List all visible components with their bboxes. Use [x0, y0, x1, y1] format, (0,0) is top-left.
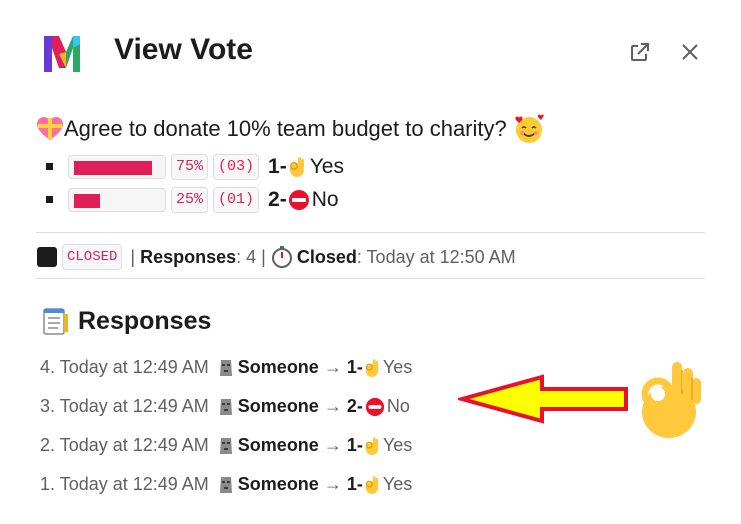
- moai-icon: [219, 437, 232, 454]
- option-number: 2-: [268, 187, 287, 211]
- poll-option-no: 25% (01) 2- No: [46, 183, 344, 216]
- stopwatch-icon: [271, 246, 292, 268]
- no-entry-icon: [288, 189, 309, 210]
- close-icon[interactable]: [678, 40, 702, 64]
- separator: |: [261, 246, 266, 267]
- responses-heading: Responses: [40, 306, 211, 336]
- vote-bar-fill: [74, 193, 100, 208]
- page-title: View Vote: [114, 33, 253, 66]
- poll-question: Agree to donate 10% team budget to chari…: [36, 114, 545, 144]
- response-arrow: →: [323, 435, 342, 455]
- response-user: Someone: [237, 435, 319, 455]
- poll-options: 75% (03) 1- Yes 25% (01) 2- No: [46, 150, 344, 216]
- list-item: 2. Today at 12:49 AM Someone → 1- Yes: [40, 426, 412, 465]
- status-badge: CLOSED: [62, 244, 123, 270]
- heart-gift-icon: [37, 117, 63, 140]
- response-choice-number: 1-: [346, 474, 363, 494]
- count-badge: (01): [213, 186, 260, 213]
- external-link-icon[interactable]: [628, 40, 652, 64]
- poll-question-text: Agree to donate 10% team budget to chari…: [64, 116, 507, 141]
- moai-icon: [219, 398, 232, 415]
- response-time: 4. Today at 12:49 AM: [40, 357, 209, 377]
- vote-bar-fill: [74, 160, 152, 175]
- responses-count: : 4: [236, 246, 257, 267]
- separator: |: [130, 246, 136, 267]
- closed-label: Closed: [296, 246, 357, 267]
- response-arrow: →: [323, 357, 342, 377]
- modal-header: View Vote: [0, 0, 741, 100]
- bullet: [46, 163, 53, 170]
- response-user: Someone: [237, 396, 319, 416]
- notepad-icon: [43, 308, 68, 335]
- divider: [36, 278, 705, 279]
- poll-option-yes: 75% (03) 1- Yes: [46, 150, 344, 183]
- divider: [36, 232, 705, 233]
- response-choice: Yes: [382, 474, 413, 494]
- option-number: 1-: [268, 154, 287, 178]
- response-user: Someone: [237, 357, 319, 377]
- response-time: 2. Today at 12:49 AM: [40, 435, 209, 455]
- option-label: Yes: [309, 154, 344, 178]
- pointer-arrow-icon: [458, 374, 628, 424]
- responses-title: Responses: [78, 306, 212, 335]
- list-item: 1. Today at 12:49 AM Someone → 1- Yes: [40, 465, 412, 504]
- ok-hand-icon: [365, 436, 379, 455]
- stop-square-icon: [37, 247, 57, 267]
- response-arrow: →: [323, 474, 342, 494]
- response-choice-number: 1-: [346, 357, 363, 377]
- response-user: Someone: [237, 474, 319, 494]
- response-choice: Yes: [382, 435, 413, 455]
- vote-bar: [68, 187, 166, 212]
- vote-bar: [68, 154, 166, 179]
- option-label: No: [311, 187, 339, 211]
- responses-label: Responses: [140, 246, 237, 267]
- list-item: 3. Today at 12:49 AM Someone → 2- No: [40, 387, 412, 426]
- percent-badge: 25%: [171, 186, 209, 213]
- response-time: 1. Today at 12:49 AM: [40, 474, 209, 494]
- response-time: 3. Today at 12:49 AM: [40, 396, 209, 416]
- closed-time: : Today at 12:50 AM: [356, 246, 516, 267]
- list-item: 4. Today at 12:49 AM Someone → 1- Yes: [40, 348, 412, 387]
- response-choice-number: 2-: [346, 396, 363, 416]
- ok-hand-icon: [365, 358, 379, 377]
- response-choice: No: [386, 396, 410, 416]
- bullet: [46, 196, 53, 203]
- responses-list: 4. Today at 12:49 AM Someone → 1- Yes 3. Toda…: [40, 348, 412, 504]
- ok-hand-icon: [365, 475, 379, 494]
- ok-hand-icon: [641, 362, 701, 438]
- response-choice: Yes: [382, 357, 413, 377]
- no-entry-icon: [365, 397, 384, 416]
- response-choice-number: 1-: [346, 435, 363, 455]
- vote-status-line: CLOSED | Responses : 4 | Closed : Today …: [36, 244, 516, 270]
- moai-icon: [219, 359, 232, 376]
- smiling-hearts-icon: [515, 114, 544, 143]
- ok-hand-icon: [289, 156, 304, 177]
- app-logo-icon: [44, 36, 80, 72]
- count-badge: (03): [213, 153, 260, 180]
- percent-badge: 75%: [171, 153, 209, 180]
- response-arrow: →: [323, 396, 342, 416]
- moai-icon: [219, 476, 232, 493]
